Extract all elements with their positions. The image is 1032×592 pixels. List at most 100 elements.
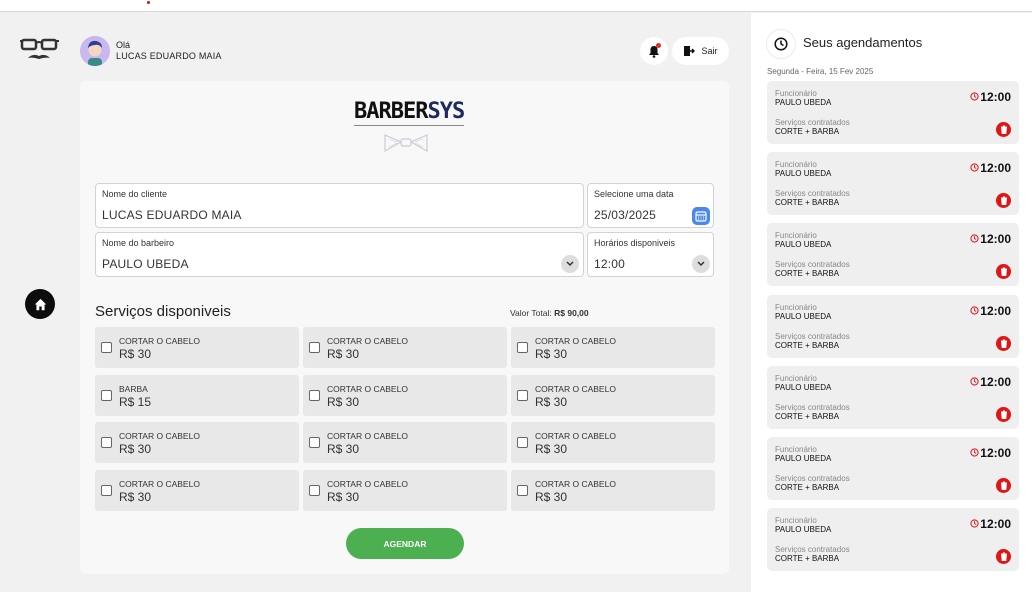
service-checkbox[interactable] [101,485,112,497]
service-checkbox[interactable] [517,437,528,449]
client-name-value[interactable]: LUCAS EDUARDO MAIA [102,208,242,222]
barber-select[interactable]: Nome do barbeiro PAULO UBEDA [95,232,584,277]
appointment-card[interactable]: Funcionário PAULO UBEDA Serviços contratad… [767,437,1019,500]
service-item[interactable]: CORTAR O CABELO R$ 30 [511,422,715,464]
home-button[interactable] [25,289,55,319]
chevron-down-icon[interactable] [561,255,579,273]
delete-appointment-button[interactable] [996,193,1011,209]
trash-icon [1000,267,1007,277]
appointment-time: 12:00 [980,446,1011,460]
service-checkbox[interactable] [517,342,528,353]
total-label: Valor Total: [510,308,552,318]
delete-appointment-button[interactable] [996,549,1011,565]
staff-label: Funcionário [775,89,817,98]
service-price: R$ 30 [327,490,360,505]
timer-icon [970,519,979,528]
service-price: R$ 30 [119,442,152,457]
service-item[interactable]: CORTAR O CABELO R$ 30 [303,374,507,416]
hours-label: Horários disponiveis [594,238,676,248]
notifications-button[interactable] [640,37,668,65]
services-label: Serviços contratados [775,260,850,270]
delete-appointment-button[interactable] [996,264,1011,280]
delete-appointment-button[interactable] [996,478,1011,493]
clock-button[interactable] [767,30,795,58]
appointment-time: 12:00 [980,517,1011,532]
trash-icon [1000,552,1007,562]
service-name: CORTAR O CABELO [327,336,408,346]
service-checkbox[interactable] [101,389,112,401]
client-name-field[interactable]: Nome do cliente LUCAS EDUARDO MAIA [95,183,584,228]
service-item[interactable]: CORTAR O CABELO R$ 30 [95,470,299,512]
staff-label: Funcionário [775,302,817,312]
appointment-card[interactable]: Funcionário PAULO UBEDA Serviços contratad… [767,81,1019,144]
appointment-card[interactable]: Funcionário PAULO UBEDA Serviços contratad… [767,365,1019,429]
top-bar [0,0,1032,12]
service-name: CORTAR O CABELO [327,383,408,394]
service-item[interactable]: CORTAR O CABELO R$ 30 [511,374,715,416]
staff-name: PAULO UBEDA [775,98,832,107]
staff-label: Funcionário [775,516,817,526]
user-name: LUCAS EDUARDO MAIA [116,51,222,61]
service-checkbox[interactable] [309,437,320,449]
avatar[interactable] [80,36,110,66]
service-name: CORTAR O CABELO [535,336,616,346]
staff-name: PAULO UBEDA [775,525,832,535]
date-value[interactable]: 25/03/2025 [594,208,656,222]
appointment-card[interactable]: Funcionário PAULO UBEDA Serviços contratad… [767,152,1019,216]
service-item[interactable]: CORTAR O CABELO R$ 30 [303,470,507,512]
service-item[interactable]: CORTAR O CABELO R$ 30 [95,422,299,464]
service-name: CORTAR O CABELO [535,479,616,490]
panel-date: Segunda - Feira, 15 Fev 2025 [767,67,874,76]
services-label: Serviços contratados [775,402,850,412]
trash-icon [1000,125,1007,134]
appointment-time: 12:00 [980,161,1011,176]
staff-name: PAULO UBEDA [775,382,832,392]
service-item[interactable]: CORTAR O CABELO R$ 30 [511,470,715,512]
book-button[interactable]: AGENDAR [346,528,464,559]
service-checkbox[interactable] [517,389,528,401]
service-item[interactable]: CORTAR O CABELO R$ 30 [95,327,299,368]
appointment-card[interactable]: Funcionário PAULO UBEDA Serviços contratad… [767,223,1019,287]
service-item[interactable]: CORTAR O CABELO R$ 30 [511,327,715,368]
services-value: CORTE + BARBA [775,554,840,564]
service-checkbox[interactable] [309,342,320,353]
logout-button[interactable]: Sair [672,37,729,65]
service-checkbox[interactable] [101,437,112,449]
greeting-text: Olá [116,40,131,50]
service-item[interactable]: CORTAR O CABELO R$ 30 [303,422,507,464]
service-checkbox[interactable] [517,485,528,497]
date-field[interactable]: Selecione uma data 25/03/2025 [587,183,714,228]
service-price: R$ 30 [327,347,360,361]
appointment-card[interactable]: Funcionário PAULO UBEDA Serviços contratad… [767,508,1019,572]
service-item[interactable]: CORTAR O CABELO R$ 30 [303,327,507,368]
greeting: Olá LUCAS EDUARDO MAIA [116,40,222,62]
appointment-card[interactable]: Funcionário PAULO UBEDA Serviços contratad… [767,294,1019,358]
services-label: Serviços contratados [775,118,850,127]
client-name-label: Nome do cliente [102,189,168,199]
service-checkbox[interactable] [309,389,320,401]
service-price: R$ 30 [535,347,568,361]
service-checkbox[interactable] [101,342,112,353]
staff-name: PAULO UBEDA [775,454,832,463]
delete-appointment-button[interactable] [996,406,1011,422]
service-price: R$ 30 [119,347,152,361]
brand-part-2: SYS [427,99,465,124]
delete-appointment-button[interactable] [996,335,1011,351]
delete-appointment-button[interactable] [996,122,1011,137]
services-value: CORTE + BARBA [775,483,840,492]
hours-value: 12:00 [594,257,626,271]
services-value: CORTE + BARBA [775,340,840,350]
service-checkbox[interactable] [309,485,320,497]
staff-name: PAULO UBEDA [775,240,832,250]
date-label: Selecione uma data [594,189,674,199]
calendar-icon[interactable] [692,207,710,225]
services-value: CORTE + BARBA [775,198,840,208]
chevron-down-icon[interactable] [692,255,710,273]
hours-select[interactable]: Horários disponiveis 12:00 [587,232,714,277]
home-icon [34,298,46,310]
services-title: Serviços disponiveis [95,303,231,320]
service-price: R$ 30 [535,442,568,457]
appointment-time: 12:00 [980,232,1011,247]
barber-value: PAULO UBEDA [102,257,189,271]
service-item[interactable]: BARBA R$ 15 [95,374,299,416]
